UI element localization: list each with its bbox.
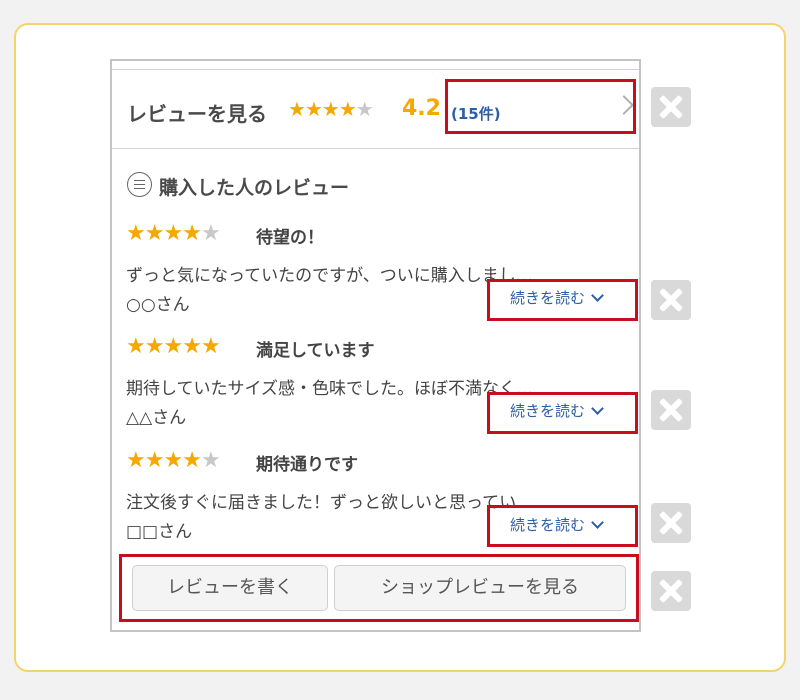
review-author: △△さん [126,408,187,428]
star-icon: ★ [182,448,202,473]
star-icon: ★ [126,334,146,359]
close-icon[interactable] [651,280,691,320]
star-icon: ★ [144,334,165,359]
star-icon: ★ [163,221,183,246]
review-excerpt: ずっと気になっていたのですが、ついに購入しまし… [126,266,533,286]
average-rating-value: 4.2 [402,96,441,121]
star-icon: ★ [200,334,221,359]
review-author: □□さん [126,522,193,542]
read-more-label: 続きを読む [510,516,586,534]
star-empty-icon: ★ [200,448,221,473]
review-panel: レビューを見る ★★★★★ 4.2 (15件) 購入した人のレビュー ★★★★★… [110,59,641,632]
star-icon: ★ [144,448,165,473]
read-more-link[interactable]: 続きを読む [490,287,607,308]
message-list-icon [127,172,152,197]
shop-review-button[interactable]: ショップレビューを見る [334,565,626,611]
view-reviews-row[interactable]: レビューを見る ★★★★★ 4.2 (15件) [112,70,639,148]
close-icon[interactable] [651,503,691,543]
star-empty-icon: ★ [355,97,374,121]
close-icon[interactable] [651,87,691,127]
star-icon: ★ [163,334,183,359]
chevron-right-icon [614,95,634,115]
star-icon: ★ [338,97,357,121]
review-star-rating: ★★★★★ [126,221,221,246]
read-more-link[interactable]: 続きを読む [490,514,607,535]
header-divider [112,148,639,149]
review-excerpt: 注文後すぐに届きました！ずっと欲しいと思ってい… [126,493,534,513]
section-title: 購入した人のレビュー [159,177,350,199]
review-author: ○○さん [126,295,190,315]
average-star-rating: ★★★★★ [288,97,374,121]
chevron-down-icon [591,516,604,529]
review-excerpt: 期待していたサイズ感・色味でした。ほぼ不満なく… [126,379,533,399]
chevron-down-icon [591,402,604,415]
review-item: ★★★★★ 待望の！ ずっと気になっていたのですが、ついに購入しまし… ○○さん… [112,221,639,331]
review-title: 待望の！ [256,228,324,248]
close-icon[interactable] [651,571,691,611]
star-icon: ★ [288,97,306,121]
review-item: ★★★★★ 期待通りです 注文後すぐに届きました！ずっと欲しいと思ってい… □□… [112,448,639,558]
star-icon: ★ [182,221,202,246]
star-icon: ★ [321,97,340,121]
review-title: 期待通りです [256,455,358,475]
star-icon: ★ [144,221,165,246]
review-star-rating: ★★★★★ [126,448,221,473]
close-icon[interactable] [651,390,691,430]
review-count[interactable]: (15件) [451,103,501,124]
write-review-button[interactable]: レビューを書く [132,565,328,611]
review-item: ★★★★★ 満足しています 期待していたサイズ感・色味でした。ほぼ不満なく… △… [112,334,639,444]
view-reviews-title: レビューを見る [127,102,267,126]
read-more-label: 続きを読む [510,289,586,307]
star-empty-icon: ★ [200,221,221,246]
star-icon: ★ [182,334,202,359]
star-icon: ★ [126,448,146,473]
star-icon: ★ [163,448,183,473]
read-more-link[interactable]: 続きを読む [490,400,607,421]
review-star-rating: ★★★★★ [126,334,221,359]
review-title: 満足しています [256,341,375,361]
star-icon: ★ [126,221,146,246]
chevron-down-icon [591,289,604,302]
star-icon: ★ [304,97,323,121]
read-more-label: 続きを読む [510,402,586,420]
